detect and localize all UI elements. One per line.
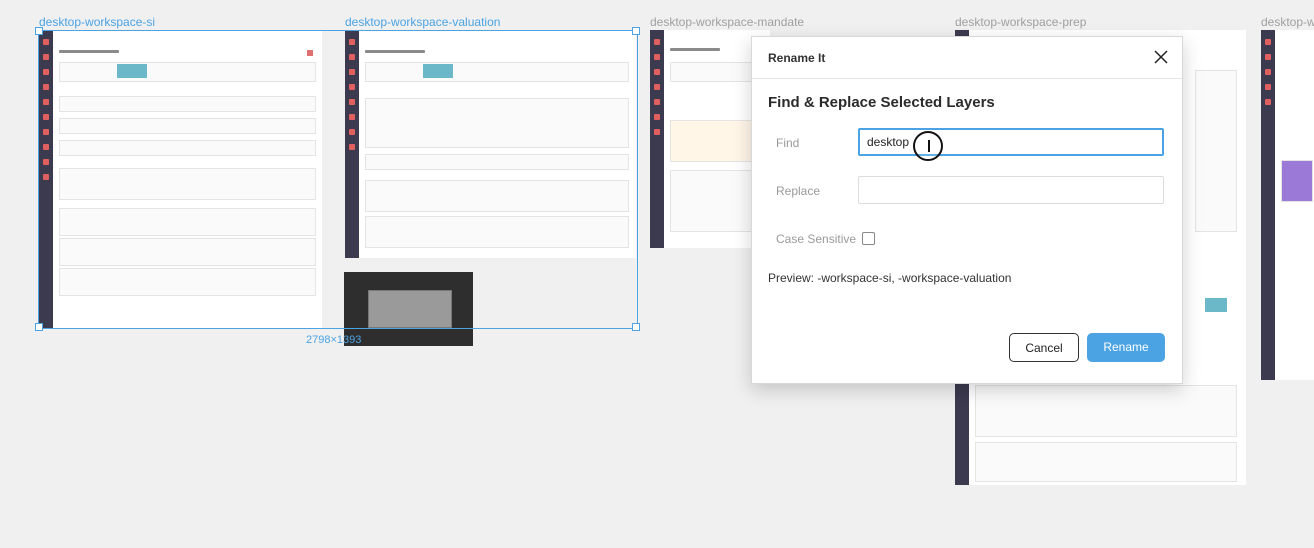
close-icon[interactable] [1152,48,1170,66]
find-label: Find [776,136,800,150]
preview-text: Preview: -workspace-si, -workspace-valua… [768,271,1012,285]
thumb-chevron [1205,298,1227,312]
thumb-card [975,442,1237,482]
thumb-card [59,62,316,82]
thumb-card [59,268,316,296]
cancel-button[interactable]: Cancel [1009,333,1079,362]
case-sensitive-checkbox[interactable] [862,232,875,245]
rename-dialog: Rename It Find & Replace Selected Layers… [751,36,1183,384]
thumb-red-icon [307,50,313,56]
frame-label-workspace-si[interactable]: desktop-workspace-si [39,15,155,29]
frame-thumbnail-workspace-si[interactable] [39,30,322,328]
thumb-card [1195,70,1237,232]
selection-handle-top-right[interactable] [632,27,640,35]
thumb-card [365,62,629,82]
dialog-header: Rename It [752,37,1182,79]
dialog-heading: Find & Replace Selected Layers [768,94,995,111]
thumb-chevron [423,64,453,78]
thumb-card [59,118,316,134]
selection-handle-bottom-left[interactable] [35,323,43,331]
rename-button[interactable]: Rename [1087,333,1165,362]
case-sensitive-label: Case Sensitive [776,232,857,246]
thumbnail-sidebar [1261,30,1275,380]
thumb-card [59,238,316,266]
frame-label-workspace-mandate[interactable]: desktop-workspace-mandate [650,15,804,29]
thumb-card [59,140,316,156]
thumb-card [59,96,316,112]
thumbnail-sidebar [39,30,53,328]
thumb-line [670,48,720,51]
thumb-card [365,154,629,170]
selection-handle-top-left[interactable] [35,27,43,35]
thumb-card [59,168,316,200]
image-thumbnail[interactable] [344,272,473,346]
replace-input[interactable] [858,176,1164,204]
thumbnail-sidebar [345,30,359,258]
thumb-line [59,50,119,53]
frame-label-workspace-partial[interactable]: desktop-workspa [1261,15,1314,29]
thumb-card [59,208,316,236]
find-input[interactable] [858,128,1164,156]
thumbnail-sidebar [650,30,664,248]
text-cursor-icon [928,140,930,152]
thumb-line [365,50,425,53]
frame-label-workspace-valuation[interactable]: desktop-workspace-valuation [345,15,500,29]
image-thumbnail-content [368,290,452,328]
thumb-card [1281,160,1313,202]
thumb-card [975,385,1237,437]
selection-dimensions: 2798×1393 [306,334,362,346]
selection-handle-bottom-right[interactable] [632,323,640,331]
thumb-chevron [117,64,147,78]
frame-thumbnail-workspace-partial[interactable] [1261,30,1314,380]
thumb-card [365,216,629,248]
replace-label: Replace [776,184,821,198]
thumb-card [365,180,629,212]
dialog-title: Rename It [768,51,826,65]
frame-label-workspace-prep[interactable]: desktop-workspace-prep [955,15,1086,29]
frame-thumbnail-workspace-valuation[interactable] [345,30,636,258]
thumb-card [365,98,629,148]
